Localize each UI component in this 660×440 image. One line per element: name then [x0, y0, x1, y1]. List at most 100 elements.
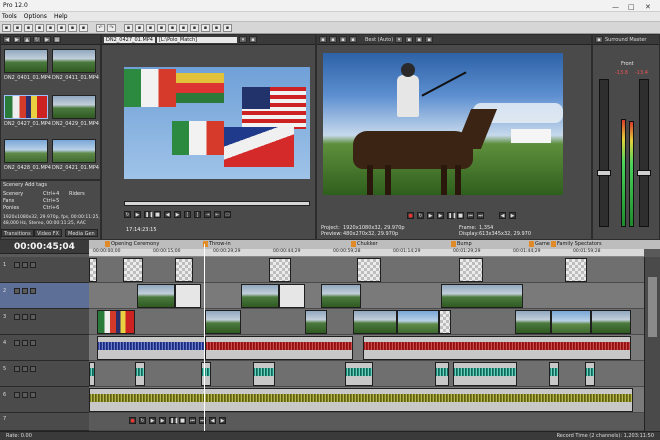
- video-clip[interactable]: [269, 258, 291, 282]
- timeline-marker[interactable]: Bump: [451, 240, 472, 248]
- prev-frame-icon[interactable]: ◀: [164, 211, 171, 218]
- trimmer-path[interactable]: [L:\Polo_Match]: [156, 36, 237, 43]
- dropdown-icon[interactable]: ▾: [238, 36, 247, 43]
- fx-icon[interactable]: [30, 262, 36, 268]
- video-clip[interactable]: [97, 310, 135, 334]
- video-track-lane[interactable]: [89, 257, 644, 283]
- audio-clip[interactable]: [201, 362, 211, 386]
- audio-clip[interactable]: [345, 362, 373, 386]
- timeline-marker[interactable]: Family Spectators: [551, 240, 602, 248]
- tool-icon[interactable]: ▪: [2, 23, 11, 32]
- video-clip[interactable]: [321, 284, 361, 308]
- audio-clip[interactable]: [435, 362, 449, 386]
- overlay-icon[interactable]: ▪: [405, 36, 414, 43]
- audio-clip[interactable]: [585, 362, 595, 386]
- quality-dropdown-icon[interactable]: ▾: [395, 36, 404, 43]
- master-fader-track-right[interactable]: [637, 79, 651, 227]
- clip-thumbnail[interactable]: [52, 95, 96, 119]
- video-track-lane[interactable]: [89, 283, 644, 309]
- prev-frame-icon[interactable]: ◀: [499, 212, 506, 219]
- audio-clip[interactable]: [253, 362, 275, 386]
- record-icon[interactable]: ●: [407, 212, 414, 219]
- audio-clip[interactable]: [89, 362, 95, 386]
- master-fx-icon[interactable]: ▪: [595, 36, 603, 43]
- video-clip[interactable]: [241, 284, 279, 308]
- tab-media-generators[interactable]: Media Gen: [65, 229, 98, 237]
- audio-clip[interactable]: [205, 336, 353, 360]
- audio-clip[interactable]: [135, 362, 145, 386]
- copy-snapshot-icon[interactable]: ▪: [425, 36, 434, 43]
- menu-options[interactable]: Options: [24, 12, 47, 21]
- audio-clip-music[interactable]: [89, 388, 633, 412]
- fx-icon[interactable]: [30, 288, 36, 294]
- loop-icon[interactable]: ↻: [417, 212, 424, 219]
- master-fader-handle[interactable]: [637, 170, 651, 176]
- views-icon[interactable]: ▦: [53, 36, 61, 43]
- clip-thumbnail[interactable]: [52, 49, 96, 73]
- video-clip[interactable]: [397, 310, 439, 334]
- go-end-icon[interactable]: ⏭: [477, 212, 484, 219]
- go-start-icon[interactable]: ⏮: [467, 212, 474, 219]
- clip-thumbnail[interactable]: [4, 49, 48, 73]
- tool-icon[interactable]: ▪: [24, 23, 33, 32]
- pause-icon[interactable]: ❚❚: [144, 211, 153, 218]
- video-clip[interactable]: [591, 310, 631, 334]
- tool-icon[interactable]: ▪: [13, 23, 22, 32]
- project-props-icon[interactable]: ▪: [319, 36, 327, 43]
- selection-icon[interactable]: ▭: [224, 211, 231, 218]
- loop-icon[interactable]: ↻: [139, 417, 146, 424]
- audio-clip[interactable]: [97, 336, 205, 360]
- external-monitor-icon[interactable]: ▪: [349, 36, 357, 43]
- video-clip[interactable]: [441, 284, 523, 308]
- timeline-vertical-scrollbar[interactable]: [644, 257, 660, 431]
- mute-icon[interactable]: [14, 366, 20, 372]
- video-clip[interactable]: [551, 310, 591, 334]
- pan-icon[interactable]: [30, 366, 36, 372]
- tag-name[interactable]: Fans: [3, 198, 14, 204]
- trimmer-scrub-bar[interactable]: [124, 201, 310, 206]
- video-clip[interactable]: [353, 310, 397, 334]
- video-clip[interactable]: [205, 310, 241, 334]
- tool-icon[interactable]: ▪: [57, 23, 66, 32]
- next-frame-icon[interactable]: ▶: [174, 211, 181, 218]
- video-clip[interactable]: [175, 258, 193, 282]
- audio-track-lane[interactable]: [89, 387, 644, 413]
- track-header-video[interactable]: 2: [0, 283, 89, 309]
- tool-icon[interactable]: ▪: [146, 23, 155, 32]
- tool-icon[interactable]: ▪: [46, 23, 55, 32]
- tag-name[interactable]: Ponies: [3, 205, 19, 211]
- play-icon[interactable]: ▶: [43, 36, 51, 43]
- clip-thumbnail[interactable]: [4, 139, 48, 163]
- track-header-video[interactable]: 1: [0, 257, 89, 283]
- stop-icon[interactable]: ■: [179, 417, 186, 424]
- audio-clip[interactable]: [549, 362, 559, 386]
- tool-icon[interactable]: ▪: [179, 23, 188, 32]
- mute-icon[interactable]: [14, 314, 20, 320]
- video-clip[interactable]: [515, 310, 551, 334]
- track-header-audio[interactable]: 6: [0, 387, 89, 413]
- redo-icon[interactable]: ↷: [107, 23, 116, 32]
- next-frame-icon[interactable]: ▶: [509, 212, 516, 219]
- solo-icon[interactable]: [22, 340, 28, 346]
- add-before-icon[interactable]: ⇤: [214, 211, 221, 218]
- video-track-lane[interactable]: [89, 309, 644, 335]
- mark-out-icon[interactable]: ]: [194, 211, 201, 218]
- menu-help[interactable]: Help: [54, 12, 68, 21]
- video-clip[interactable]: [279, 284, 305, 308]
- fx-icon[interactable]: [30, 314, 36, 320]
- mute-icon[interactable]: [14, 340, 20, 346]
- tool-icon[interactable]: ▪: [157, 23, 166, 32]
- loop-icon[interactable]: ↻: [124, 211, 131, 218]
- video-clip[interactable]: [357, 258, 381, 282]
- tool-icon[interactable]: ▪: [201, 23, 210, 32]
- tool-icon[interactable]: ▪: [135, 23, 144, 32]
- tool-icon[interactable]: ▪: [168, 23, 177, 32]
- trimmer-file[interactable]: DN2_0427_01.MP4: [104, 36, 155, 43]
- add-to-timeline-icon[interactable]: ⇥: [204, 211, 211, 218]
- solo-icon[interactable]: [22, 392, 28, 398]
- solo-icon[interactable]: [22, 366, 28, 372]
- tool-icon[interactable]: ▪: [124, 23, 133, 32]
- tab-video-fx[interactable]: Video FX: [34, 229, 62, 237]
- timeline-ruler[interactable]: 00:00:00;00 00:00:15;00 00:00:29;29 00:0…: [89, 249, 644, 257]
- tool-icon[interactable]: ▪: [212, 23, 221, 32]
